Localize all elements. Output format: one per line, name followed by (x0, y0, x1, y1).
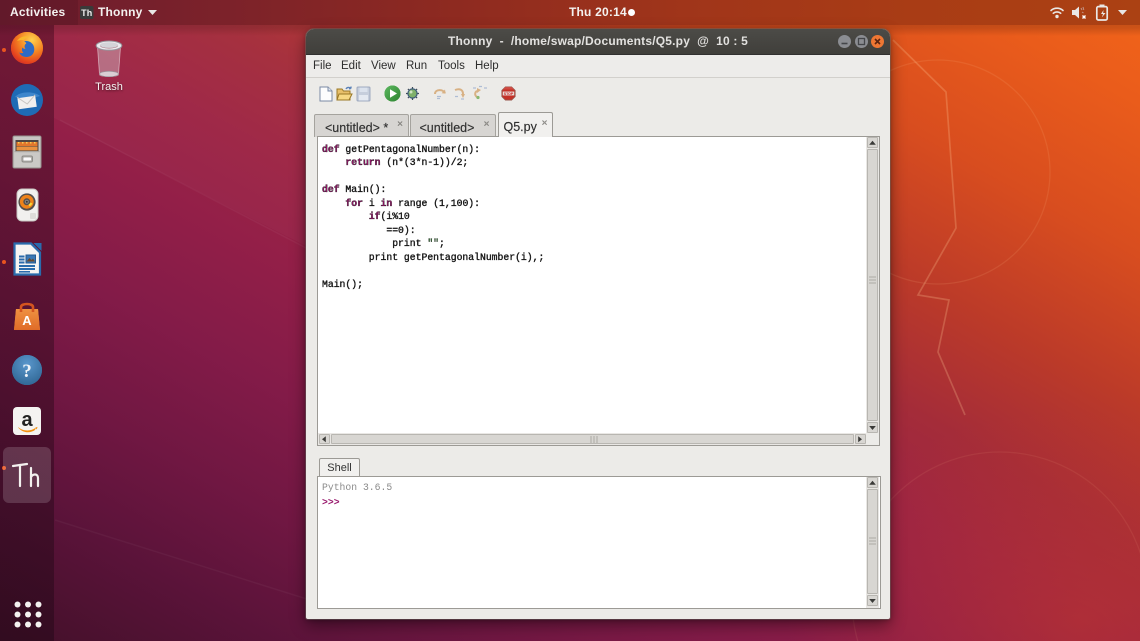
svg-text:A: A (22, 313, 32, 328)
svg-text:?: ? (22, 361, 32, 382)
svg-text:STOP: STOP (504, 91, 514, 95)
svg-text:a: a (21, 409, 33, 431)
svg-text:Th: Th (81, 8, 92, 18)
